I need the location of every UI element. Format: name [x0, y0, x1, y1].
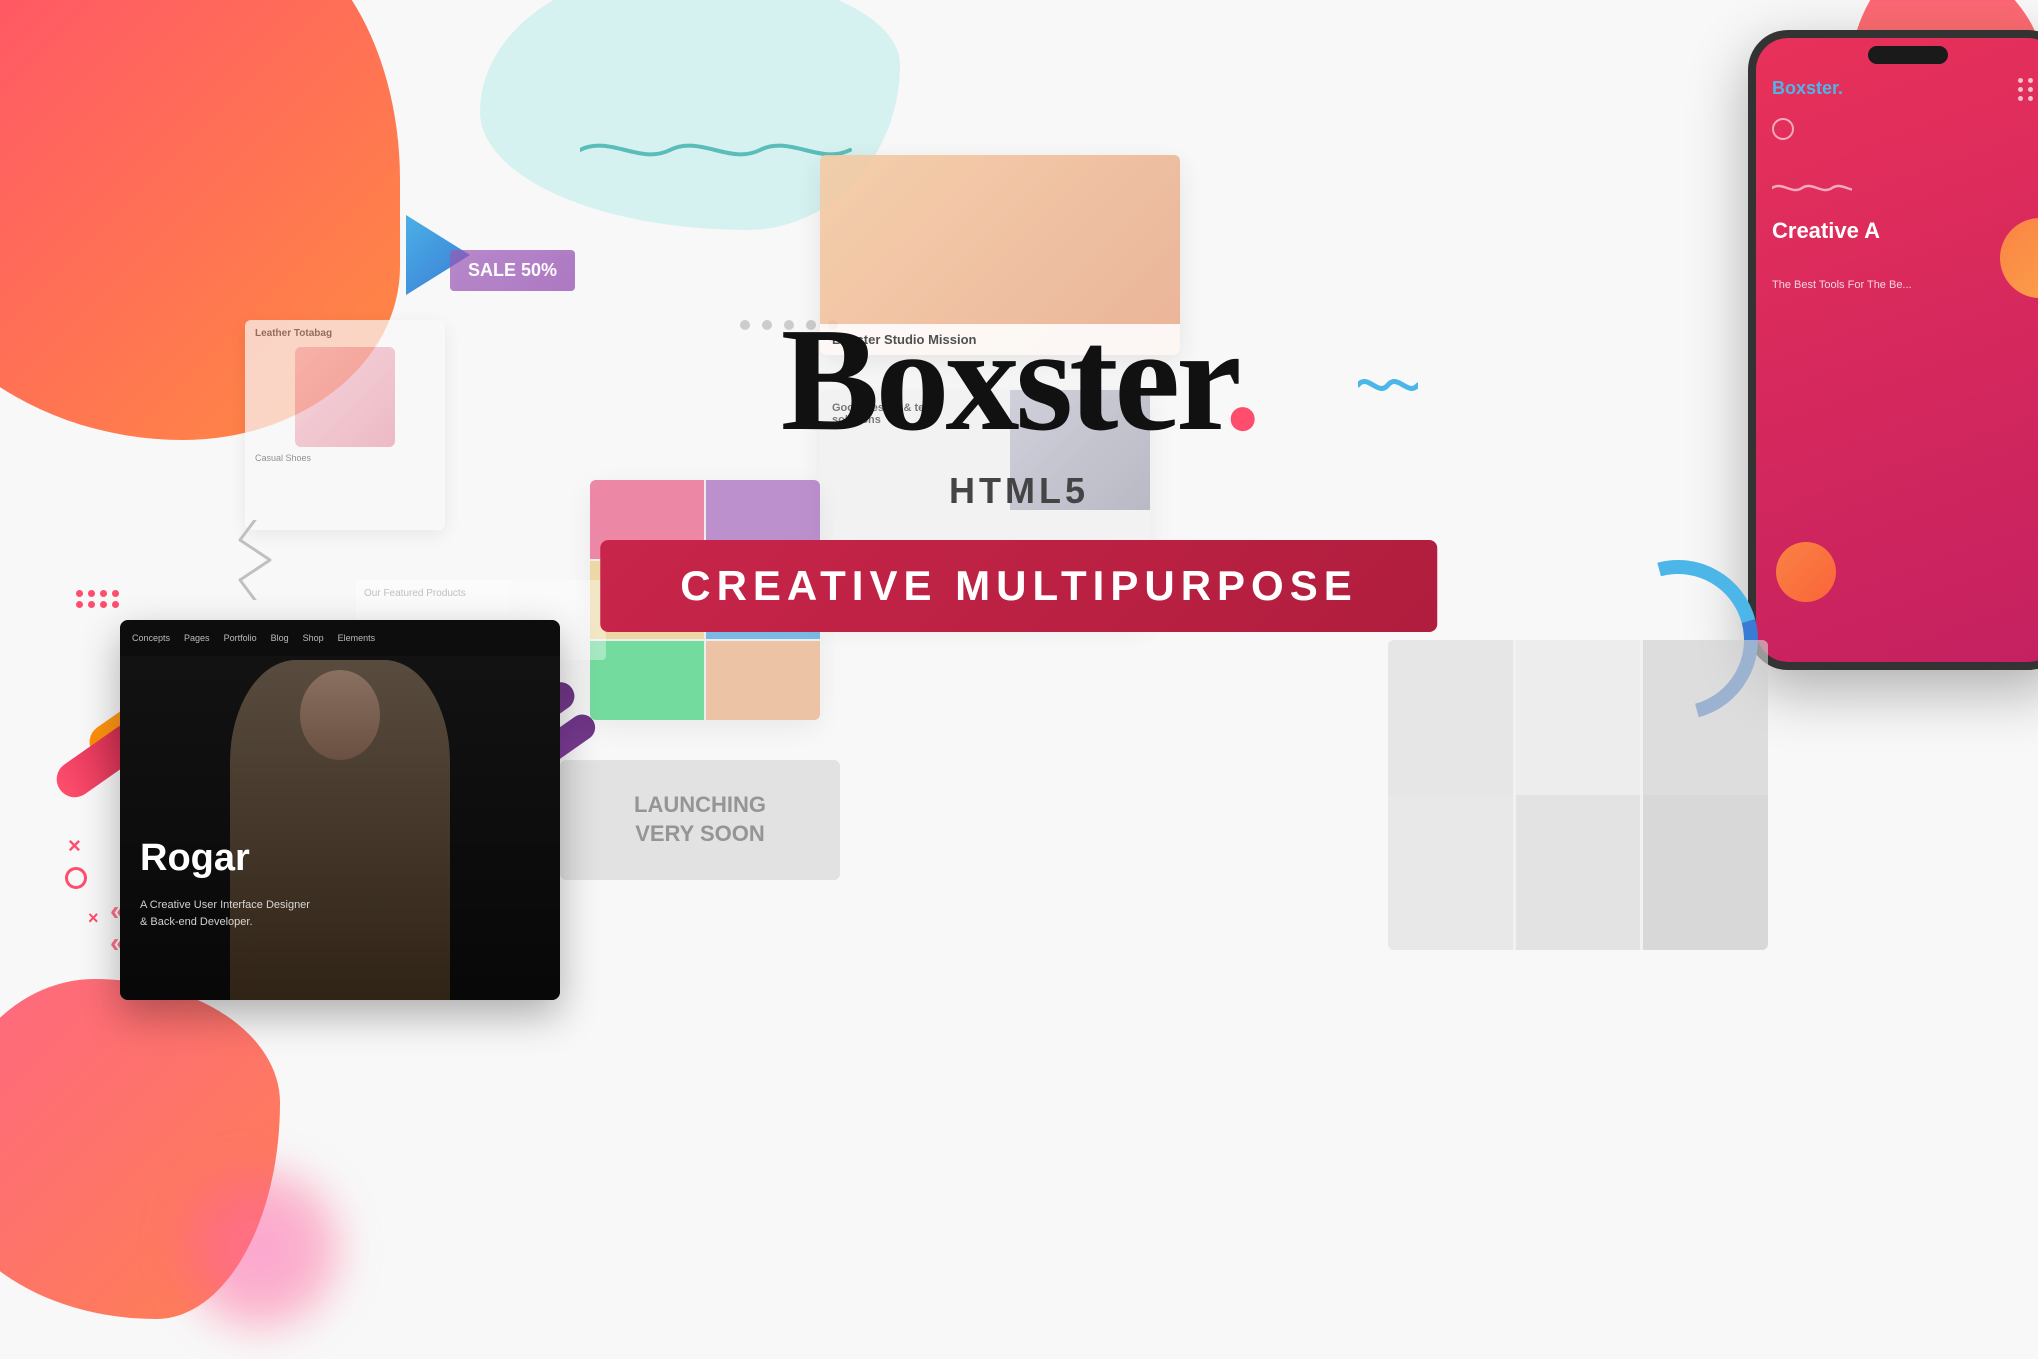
- phone-circle-icon: [1772, 118, 1794, 140]
- dots-pink-decoration: [76, 590, 120, 608]
- rogar-nav-item-1: Concepts: [132, 633, 170, 643]
- launching-soon-card: LAUNCHINGVERY SOON: [560, 760, 840, 880]
- showcase-cell-4: [1388, 795, 1513, 950]
- showcase-cell-5: [1516, 795, 1641, 950]
- html5-subtitle: HTML5: [0, 470, 2038, 512]
- sale-badge: SALE 50%: [450, 250, 575, 291]
- showcase-cell-3: [1643, 640, 1768, 795]
- title-dot: .: [1224, 298, 1257, 462]
- x-mark-pink-1: ×: [68, 833, 81, 859]
- scene: Boxster. Creative A The Best Tools For T…: [0, 0, 2038, 1359]
- showcase-grid-thumbnail: [1388, 640, 1768, 950]
- rogar-nav-item-3: Portfolio: [224, 633, 257, 643]
- phone-dots-icon: [2018, 78, 2038, 101]
- showcase-row-2: [1388, 795, 1768, 950]
- circle-pink-icon: [65, 867, 87, 889]
- rogar-nav-item-5: Shop: [303, 633, 324, 643]
- phone-heading-text: Creative A: [1772, 218, 1880, 244]
- phone-brand-text: Boxster.: [1772, 78, 1843, 99]
- rogar-portfolio-card: Concepts Pages Portfolio Blog Shop Eleme…: [120, 620, 560, 1000]
- rogar-nav: Concepts Pages Portfolio Blog Shop Eleme…: [120, 620, 560, 656]
- showcase-cell-2: [1516, 640, 1641, 795]
- rogar-name-text: Rogar: [140, 837, 250, 880]
- gradient-pink-blob: [180, 1169, 340, 1329]
- x-mark-pink-2: ×: [88, 908, 99, 929]
- launching-text: LAUNCHINGVERY SOON: [634, 791, 766, 848]
- rogar-figure: [120, 656, 560, 1000]
- rogar-nav-item-4: Blog: [271, 633, 289, 643]
- phone-notch: [1868, 46, 1948, 64]
- rogar-nav-item-2: Pages: [184, 633, 210, 643]
- portfolio-cell-5: [590, 641, 704, 720]
- wavy-top-decoration: [580, 130, 860, 170]
- phone-orange-blob: [2000, 218, 2038, 298]
- showcase-cell-1: [1388, 640, 1513, 795]
- featured-label: Our Featured Products: [364, 588, 598, 599]
- rogar-desc-text: A Creative User Interface Designer& Back…: [140, 897, 310, 930]
- showcase-row-1: [1388, 640, 1768, 795]
- title-text: Boxster: [781, 298, 1224, 462]
- portfolio-cell-6: [706, 641, 820, 720]
- rogar-nav-item-6: Elements: [338, 633, 376, 643]
- main-title: Boxster.: [0, 295, 2038, 465]
- wavy-left-decoration: [230, 520, 280, 600]
- showcase-cell-6: [1643, 795, 1768, 950]
- phone-wavy-icon: [1772, 178, 1852, 198]
- phone-bottom-blob: [1776, 542, 1836, 602]
- phone-subtext: The Best Tools For The Be...: [1772, 278, 1952, 293]
- creative-multipurpose-badge: CREATIVE MULTIPURPOSE: [600, 540, 1437, 632]
